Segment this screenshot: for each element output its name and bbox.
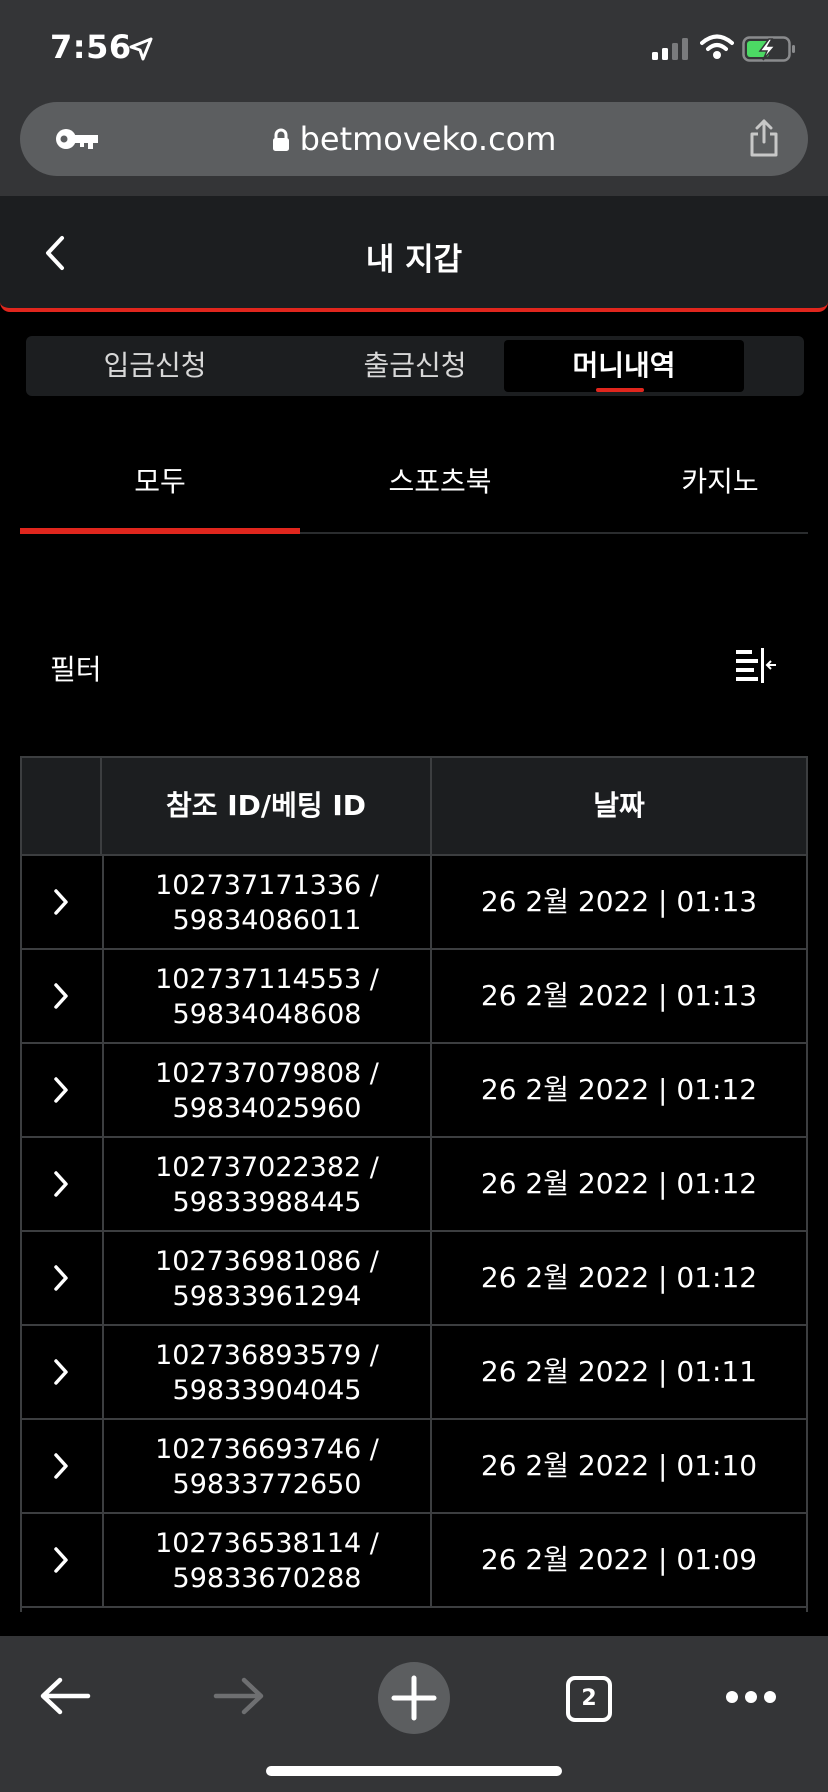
expand-chevron-icon[interactable] [52,1264,70,1292]
table-row[interactable]: 102737114553 / 59834048608 26 2월 2022 | 0… [20,950,808,1044]
ref-bet-id-cell: 102737171336 / 59834086011 [102,856,432,948]
expand-chevron-icon[interactable] [52,1358,70,1386]
expand-chevron-icon[interactable] [52,1076,70,1104]
filter-label: 필터 [50,653,102,686]
date-cell: 26 2월 2022 | 01:09 [480,1543,758,1576]
wifi-icon [700,34,734,59]
filter-toggle-icon[interactable] [734,646,778,686]
ref-bet-id-cell: 102737022382 / 59833988445 [102,1138,432,1230]
expand-chevron-icon[interactable] [52,982,70,1010]
date-cell: 26 2월 2022 | 01:11 [480,1355,758,1388]
bet-id: 59834048608 [172,999,362,1030]
column-header-date: 날짜 [430,758,806,854]
ref-bet-id-cell: 102737114553 / 59834048608 [102,950,432,1042]
tab-withdraw-request[interactable]: 출금신청 [290,340,540,392]
ref-id: 102737114553 / [155,964,379,995]
more-options-icon[interactable] [724,1688,778,1706]
date-cell: 26 2월 2022 | 01:13 [480,979,758,1012]
table-row[interactable]: 102736893579 / 59833904045 26 2월 2022 | 0… [20,1326,808,1420]
column-header-ref-id: 참조 ID/베팅 ID [100,758,430,854]
date-cell: 26 2월 2022 | 01:10 [480,1449,758,1482]
bet-id: 59833961294 [172,1281,362,1312]
history-table: 참조 ID/베팅 ID 날짜 102737171336 / 59834086011… [20,756,808,1612]
bet-id: 59833772650 [172,1469,362,1500]
ref-id: 102737022382 / [155,1152,379,1183]
bet-id: 59834086011 [172,905,362,936]
tab-switcher-button[interactable]: 2 [566,1676,612,1722]
expand-chevron-icon[interactable] [52,1546,70,1574]
ref-id: 102736893579 / [155,1340,379,1371]
browser-forward-icon[interactable] [212,1674,266,1718]
table-row[interactable]: 102736693746 / 59833772650 26 2월 2022 | 0… [20,1420,808,1514]
date-cell: 26 2월 2022 | 01:12 [480,1073,758,1106]
table-row[interactable]: 102737079808 / 59834025960 26 2월 2022 | 0… [20,1044,808,1138]
share-icon[interactable] [748,118,780,158]
ref-id: 102737171336 / [155,870,379,901]
bet-id: 59833670288 [172,1563,362,1594]
table-header: 참조 ID/베팅 ID 날짜 [20,756,808,856]
table-body: 102737171336 / 59834086011 26 2월 2022 | 0… [20,856,808,1612]
battery-charging-icon [742,36,795,62]
expand-chevron-icon[interactable] [52,1170,70,1198]
date-cell: 26 2월 2022 | 01:12 [480,1167,758,1200]
page-title: 내 지갑 [365,242,463,278]
ref-bet-id-cell: 102736981086 / 59833961294 [102,1232,432,1324]
table-row[interactable]: 102736981086 / 59833961294 26 2월 2022 | 0… [20,1232,808,1326]
ref-id: 102736538114 / [155,1528,379,1559]
table-row-partial [20,1608,808,1612]
new-tab-button[interactable] [378,1662,450,1734]
table-row[interactable]: 102736538114 / 59833670288 26 2월 2022 | 0… [20,1514,808,1608]
date-cell: 26 2월 2022 | 01:13 [480,885,758,918]
plus-icon [391,1675,437,1721]
browser-back-icon[interactable] [38,1674,92,1718]
subtab-all[interactable]: 모두 [20,460,300,500]
tab-deposit-request[interactable]: 입금신청 [30,340,280,392]
table-row[interactable]: 102737171336 / 59834086011 26 2월 2022 | 0… [20,856,808,950]
active-subtab-indicator [20,528,300,534]
home-indicator[interactable] [266,1766,562,1776]
ref-bet-id-cell: 102736693746 / 59833772650 [102,1420,432,1512]
url-text: betmoveko.com [299,120,557,158]
ref-id: 102737079808 / [155,1058,379,1089]
cellular-signal-icon [652,38,688,60]
url-bar[interactable]: betmoveko.com [20,102,808,176]
expand-chevron-icon[interactable] [52,1452,70,1480]
subtab-casino[interactable]: 카지노 [580,460,828,500]
tab-money-history[interactable]: 머니내역 [504,340,744,392]
browser-chrome: 7:56 betmoveko.com [0,0,828,196]
url-text-container[interactable]: betmoveko.com [20,120,808,158]
ref-bet-id-cell: 102737079808 / 59834025960 [102,1044,432,1136]
subtab-sportsbook[interactable]: 스포츠북 [300,460,580,500]
bet-id: 59833988445 [172,1187,362,1218]
ref-bet-id-cell: 102736538114 / 59833670288 [102,1514,432,1606]
ref-bet-id-cell: 102736893579 / 59833904045 [102,1326,432,1418]
wallet-segment-control: 입금신청 출금신청 머니내역 [26,336,804,396]
date-cell: 26 2월 2022 | 01:12 [480,1261,758,1294]
bet-id: 59833904045 [172,1375,362,1406]
active-segment-indicator [596,388,644,392]
bet-id: 59834025960 [172,1093,362,1124]
status-time: 7:56 [50,28,132,66]
location-arrow-icon [129,37,153,61]
history-subtabs: 모두 스포츠북 카지노 [20,440,808,534]
wallet-header: 내 지갑 [0,196,828,312]
expand-chevron-icon[interactable] [52,888,70,916]
ref-id: 102736693746 / [155,1434,379,1465]
table-row[interactable]: 102737022382 / 59833988445 26 2월 2022 | 0… [20,1138,808,1232]
lock-icon [272,128,289,151]
ref-id: 102736981086 / [155,1246,379,1277]
